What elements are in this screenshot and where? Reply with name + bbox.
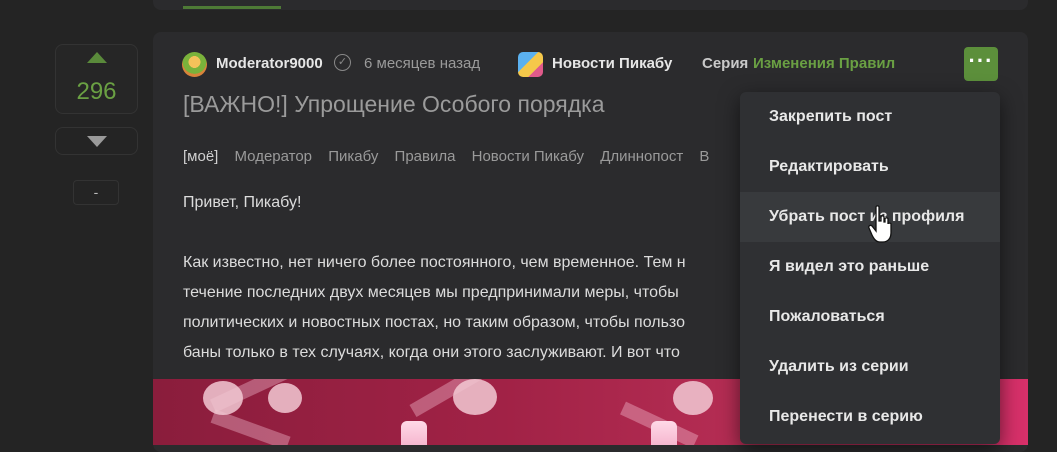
- series-link[interactable]: Изменения Правил: [753, 55, 895, 72]
- collapse-button[interactable]: -: [73, 180, 119, 205]
- vote-down-icon[interactable]: [87, 136, 107, 147]
- post-body-line: течение последних двух месяцев мы предпр…: [183, 284, 679, 301]
- author-name[interactable]: Moderator9000: [216, 55, 323, 72]
- tag[interactable]: В: [699, 148, 709, 165]
- tag[interactable]: Новости Пикабу: [472, 148, 584, 165]
- vote-count: 296: [76, 78, 117, 105]
- menu-item-pin[interactable]: Закрепить пост: [740, 92, 1000, 142]
- tag[interactable]: Правила: [395, 148, 456, 165]
- menu-item-seen-before[interactable]: Я видел это раньше: [740, 242, 1000, 292]
- tag-mine[interactable]: [моё]: [183, 148, 218, 165]
- series-label: Серия: [702, 55, 749, 72]
- menu-item-edit[interactable]: Редактировать: [740, 142, 1000, 192]
- post-time[interactable]: 6 месяцев назад: [364, 55, 480, 72]
- tag[interactable]: Длиннопост: [600, 148, 683, 165]
- tag-list: [моё] Модератор Пикабу Правила Новости П…: [183, 148, 721, 165]
- vote-up-icon[interactable]: [87, 52, 107, 63]
- menu-item-move-to-series[interactable]: Перенести в серию: [740, 392, 1000, 442]
- previous-card: [153, 0, 1028, 10]
- tag[interactable]: Модератор: [235, 148, 313, 165]
- verified-icon: ✓: [334, 54, 351, 71]
- tag[interactable]: Пикабу: [328, 148, 378, 165]
- menu-item-remove-from-series[interactable]: Удалить из серии: [740, 342, 1000, 392]
- post-body-line: Как известно, нет ничего более постоянно…: [183, 254, 686, 271]
- menu-item-report[interactable]: Пожаловаться: [740, 292, 1000, 342]
- post-greeting: Привет, Пикабу!: [183, 194, 302, 211]
- active-tab-indicator: [183, 6, 281, 9]
- hand-cursor-icon: [868, 205, 892, 243]
- more-icon[interactable]: ···: [964, 47, 998, 81]
- community-name[interactable]: Новости Пикабу: [552, 55, 672, 72]
- post-body-line: политических и новостных постах, но таки…: [183, 314, 685, 331]
- post-body-line: баны только в тех случаях, когда они это…: [183, 344, 680, 361]
- community-avatar[interactable]: [518, 52, 543, 77]
- author-avatar[interactable]: [182, 52, 207, 77]
- post-title[interactable]: [ВАЖНО!] Упрощение Особого порядка: [183, 91, 605, 118]
